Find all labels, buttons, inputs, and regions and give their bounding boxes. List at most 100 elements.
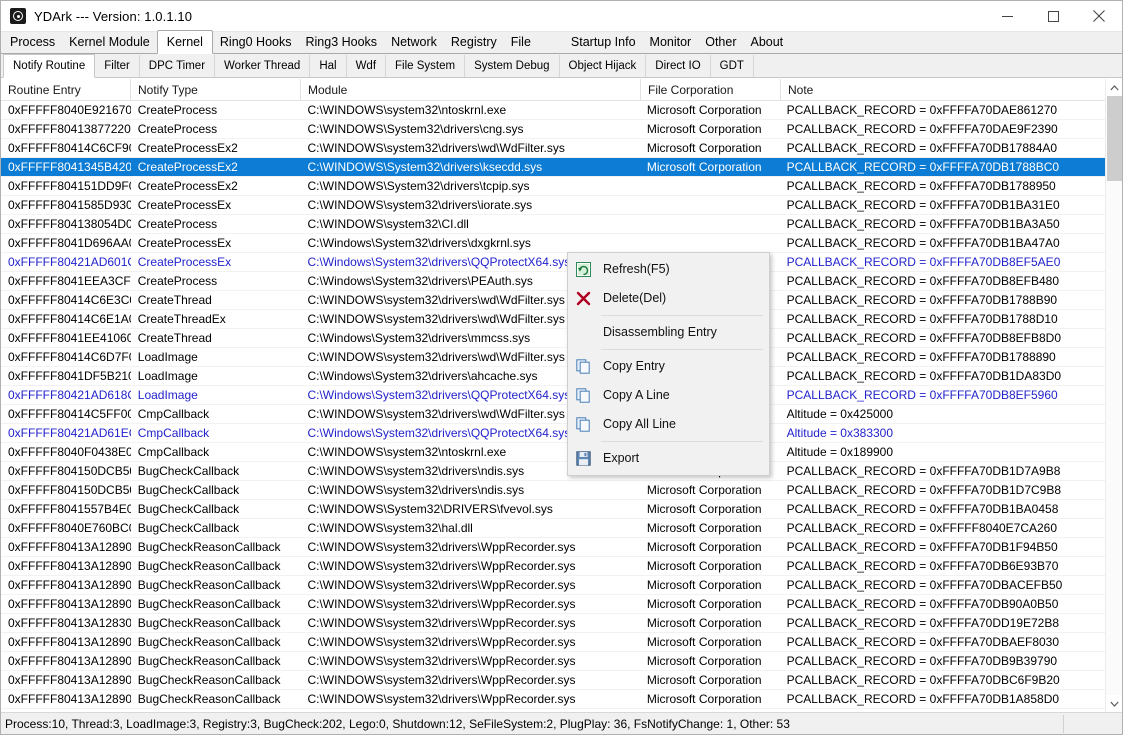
cell-type: CreateThread <box>137 331 212 345</box>
table-row[interactable]: 0xFFFFF80413A12890BugCheckReasonCallback… <box>1 576 1105 595</box>
cell-type: CreateThread <box>137 293 212 307</box>
table-row[interactable]: 0xFFFFF8041EE41060 CreateThread C:\Windows… <box>1 329 1105 348</box>
column-header-module[interactable]: Module <box>301 79 641 100</box>
table-row[interactable]: 0xFFFFF8041DF5B210 LoadImage C:\Windows\Sy… <box>1 367 1105 386</box>
scroll-down-button[interactable] <box>1106 695 1122 712</box>
cell-note: PCALLBACK_RECORD = 0xFFFFA70DB1D7C9B8 <box>786 483 1062 497</box>
table-row[interactable]: 0xFFFFF80413877220 CreateProcess C:\WINDOW… <box>1 120 1105 139</box>
table-row[interactable]: 0xFFFFF80414C6E3C0 CreateThread C:\WINDOWS… <box>1 291 1105 310</box>
table-row[interactable]: 0xFFFFF80414C6D7F0 LoadImage C:\WINDOWS\sy… <box>1 348 1105 367</box>
app-target-icon <box>10 8 26 24</box>
cell-type: BugCheckReasonCallback <box>137 597 281 611</box>
table-row[interactable]: 0xFFFFF8040E921670 CreateProcess C:\WINDOW… <box>1 101 1105 120</box>
subtab-hal[interactable]: Hal <box>310 55 347 77</box>
cell-entry: 0xFFFFF80414C6CF90 <box>8 141 131 155</box>
subtab-system-debug[interactable]: System Debug <box>465 55 560 77</box>
tab-kernel[interactable]: Kernel <box>156 30 213 54</box>
tab-ring0-hooks[interactable]: Ring0 Hooks <box>213 32 299 53</box>
scroll-up-button[interactable] <box>1106 79 1122 96</box>
table-row[interactable]: 0xFFFFF80413A12830 BugCheckReasonCallback… <box>1 614 1105 633</box>
cell-note: PCALLBACK_RECORD = 0xFFFFA70DB17884A0 <box>786 141 1058 155</box>
table-row[interactable]: 0xFFFFF80414C6CF90 CreateProcessEx2 C:\WIN… <box>1 139 1105 158</box>
table-row[interactable]: 0xFFFFF804151DD9F0 CreateProcessEx2 C:\WIN… <box>1 177 1105 196</box>
title-bar: YDArk --- Version: 1.0.1.10 <box>1 1 1122 32</box>
table-row[interactable]: 0xFFFFF80413A12890BugCheckReasonCallback… <box>1 652 1105 671</box>
table-row[interactable]: 0xFFFFF80421AD601C CreateProcessEx C:\Wind… <box>1 253 1105 272</box>
tab-process[interactable]: Process <box>3 32 62 53</box>
subtab-worker-thread[interactable]: Worker Thread <box>215 55 311 77</box>
table-row[interactable]: 0xFFFFF8041557B4E0 BugCheckCallback C:\WIN… <box>1 500 1105 519</box>
context-menu-separator <box>601 349 763 350</box>
context-menu-item-export[interactable]: Export <box>568 444 769 473</box>
subtab-notify-routine[interactable]: Notify Routine <box>3 54 96 78</box>
cell-type: BugCheckReasonCallback <box>137 654 281 668</box>
table-row[interactable]: 0xFFFFF8041345B420 CreateProcessEx2 C:\WIN… <box>1 158 1105 177</box>
table-row[interactable]: 0xFFFFF804150DCB50 BugCheckCallback C:\WIN… <box>1 481 1105 500</box>
cell-module: C:\WINDOWS\system32\drivers\WppRecorder.… <box>307 635 576 649</box>
subtab-filter[interactable]: Filter <box>95 55 140 77</box>
subtab-dpc-timer[interactable]: DPC Timer <box>140 55 216 77</box>
table-row[interactable]: 0xFFFFF80413A12890BugCheckReasonCallback… <box>1 671 1105 690</box>
scrollbar-track[interactable] <box>1106 96 1122 695</box>
vertical-scrollbar[interactable] <box>1105 79 1122 712</box>
table-row[interactable]: 0xFFFFF80413A12890BugCheckReasonCallback… <box>1 538 1105 557</box>
subtab-file-system[interactable]: File System <box>386 55 466 77</box>
table-row[interactable]: 0xFFFFF804138054D0 CreateProcess C:\WINDOW… <box>1 215 1105 234</box>
cell-module: C:\WINDOWS\system32\drivers\WppRecorder.… <box>307 578 576 592</box>
subtab-wdf[interactable]: Wdf <box>347 55 387 77</box>
table-row[interactable]: 0xFFFFF80413A12890BugCheckReasonCallback… <box>1 633 1105 652</box>
table-row[interactable]: 0xFFFFF80421AD618C LoadImage C:\Windows\Sy… <box>1 386 1105 405</box>
cell-note: PCALLBACK_RECORD = 0xFFFFA70DB1A858D0 <box>786 692 1060 706</box>
table-row[interactable]: 0xFFFFF8040E760BC0 BugCheckCallback C:\WIN… <box>1 519 1105 538</box>
tab-network[interactable]: Network <box>384 32 444 53</box>
column-header-notify-type[interactable]: Notify Type <box>131 79 301 100</box>
tab-startup-info[interactable]: Startup Info <box>564 32 643 53</box>
table-row[interactable]: 0xFFFFF8040F0438E0 CmpCallback C:\WINDOWS\… <box>1 443 1105 462</box>
tab-monitor[interactable]: Monitor <box>643 32 699 53</box>
context-menu-item-copy-a-line[interactable]: Copy A Line <box>568 381 769 410</box>
table-row[interactable]: 0xFFFFF804150DCB50 BugCheckCallback C:\WIN… <box>1 462 1105 481</box>
minimize-button[interactable] <box>984 1 1030 31</box>
context-menu-item-copy-all-line[interactable]: Copy All Line <box>568 410 769 439</box>
tab-about[interactable]: About <box>743 32 790 53</box>
table-row[interactable]: 0xFFFFF8041EEA3CF0 CreateProcess C:\Window… <box>1 272 1105 291</box>
subtab-object-hijack[interactable]: Object Hijack <box>560 55 647 77</box>
close-button[interactable] <box>1076 1 1122 31</box>
column-header-routine-entry[interactable]: Routine Entry <box>1 79 131 100</box>
subtab-gdt[interactable]: GDT <box>711 55 754 77</box>
tab-registry[interactable]: Registry <box>444 32 504 53</box>
scrollbar-thumb[interactable] <box>1107 96 1122 181</box>
cell-corp: Microsoft Corporation <box>646 673 762 687</box>
table-row[interactable]: 0xFFFFF80414C5FF00 CmpCallback C:\WINDOWS\… <box>1 405 1105 424</box>
cell-note: PCALLBACK_RECORD = 0xFFFFA70DB1BA47A0 <box>786 236 1060 250</box>
maximize-button[interactable] <box>1030 1 1076 31</box>
table-row[interactable]: 0xFFFFF8041D696AA0 CreateProcessEx C:\Wind… <box>1 234 1105 253</box>
table-row[interactable]: 0xFFFFF80413A12890BugCheckReasonCallback… <box>1 709 1105 712</box>
subtab-direct-io[interactable]: Direct IO <box>646 55 711 77</box>
context-menu-item-disassembling-entry[interactable]: Disassembling Entry <box>568 318 769 347</box>
context-menu-separator <box>601 441 763 442</box>
cell-note: Altitude = 0x189900 <box>786 445 894 459</box>
cell-note: PCALLBACK_RECORD = 0xFFFFA70DAE9F2390 <box>786 122 1058 136</box>
tab-file[interactable]: File <box>504 32 538 53</box>
table-row[interactable]: 0xFFFFF80413A12890BugCheckReasonCallback… <box>1 690 1105 709</box>
column-header-note[interactable]: Note <box>781 79 1107 100</box>
table-row[interactable]: 0xFFFFF80421AD61EC CmpCallback C:\Windows\… <box>1 424 1105 443</box>
table-row[interactable]: 0xFFFFF80414C6E1A0 CreateThreadEx C:\WINDO… <box>1 310 1105 329</box>
table-row[interactable]: 0xFFFFF8041585D930 CreateProcessEx C:\WIND… <box>1 196 1105 215</box>
table-row[interactable]: 0xFFFFF80413A12890BugCheckReasonCallback… <box>1 557 1105 576</box>
table-row[interactable]: 0xFFFFF80413A12890 BugCheckReasonCallback… <box>1 595 1105 614</box>
cell-entry: 0xFFFFF80413A12890 <box>8 597 131 611</box>
cell-module: C:\WINDOWS\system32\drivers\ndis.sys <box>307 483 525 497</box>
context-menu-item-refresh[interactable]: Refresh(F5) <box>568 255 769 284</box>
context-menu-label: Refresh(F5) <box>603 262 670 277</box>
column-header-file-corporation[interactable]: File Corporation <box>641 79 781 100</box>
cell-entry: 0xFFFFF8041DF5B210 <box>8 369 131 383</box>
context-menu-item-copy-entry[interactable]: Copy Entry <box>568 352 769 381</box>
cell-module: C:\WINDOWS\system32\drivers\wd\WdFilter.… <box>307 141 565 155</box>
tab-ring3-hooks[interactable]: Ring3 Hooks <box>298 32 384 53</box>
context-menu-item-delete[interactable]: Delete(Del) <box>568 284 769 313</box>
cell-entry: 0xFFFFF804150DCB50 <box>8 464 131 478</box>
tab-other[interactable]: Other <box>698 32 743 53</box>
tab-kernel-module[interactable]: Kernel Module <box>62 32 157 53</box>
